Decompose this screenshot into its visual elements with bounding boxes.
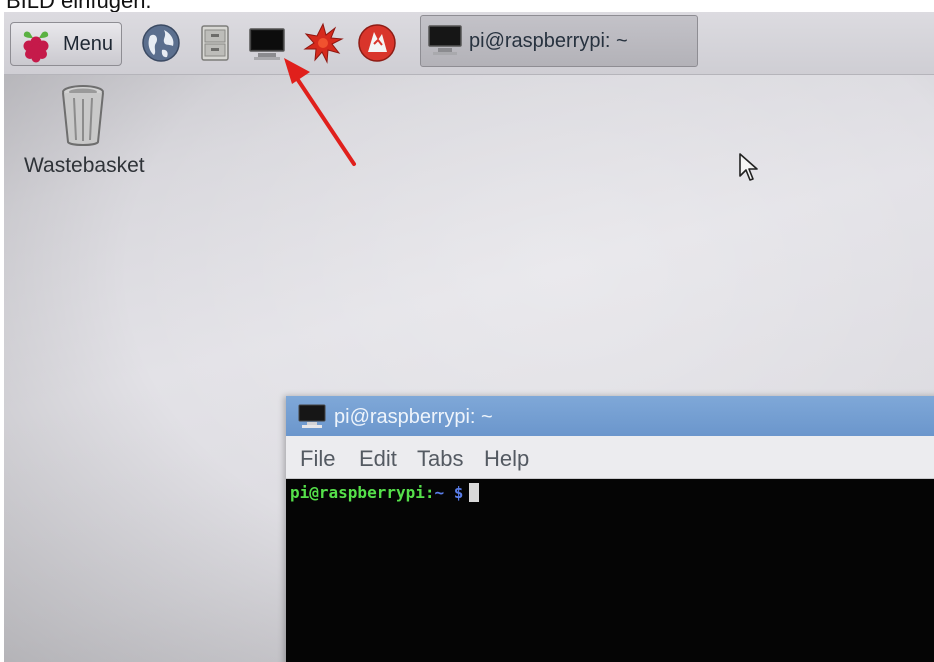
terminal-icon [428,25,462,55]
menu-label: Menu [63,33,114,55]
taskbar-window-button[interactable]: pi@raspberrypi: ~ [420,15,698,67]
prompt-symbol: $ [453,483,464,502]
text-cursor [469,483,480,502]
menu-tabs[interactable]: Tabs [417,446,463,472]
raspberry-icon [23,31,49,63]
terminal-title: pi@raspberrypi: ~ [334,406,493,428]
desktop-screen: Menu pi@raspberrypi: ~ Wastebasket pi@ra… [4,12,934,662]
menu-help[interactable]: Help [484,446,529,472]
shell-prompt: pi@raspberrypi:~ $ [290,483,480,502]
terminal-title-bar[interactable]: pi@raspberrypi: ~ [286,396,934,436]
terminal-icon [298,404,326,428]
terminal-menubar: File Edit Tabs Help [286,436,934,479]
terminal-output[interactable]: pi@raspberrypi:~ $ [286,479,934,662]
file-manager-icon[interactable] [194,22,236,64]
menu-file[interactable]: File [300,446,335,472]
mouse-pointer-icon [739,153,758,181]
wastebasket-desktop-icon[interactable]: Wastebasket [18,84,148,184]
taskbar-window-label: pi@raspberrypi: ~ [469,30,628,52]
prompt-separator: : [424,483,435,502]
taskbar: Menu pi@raspberrypi: ~ [4,12,934,75]
annotation-arrow [284,58,356,166]
trash-icon [62,85,104,146]
menu-edit[interactable]: Edit [359,446,397,472]
prompt-user: pi@raspberrypi [290,483,425,502]
prompt-path: ~ [434,483,445,502]
terminal-window[interactable]: pi@raspberrypi: ~ File Edit Tabs Help pi… [286,396,934,662]
wastebasket-label: Wastebasket [24,154,145,177]
web-browser-icon[interactable] [140,22,182,64]
menu-button[interactable]: Menu [10,22,122,66]
